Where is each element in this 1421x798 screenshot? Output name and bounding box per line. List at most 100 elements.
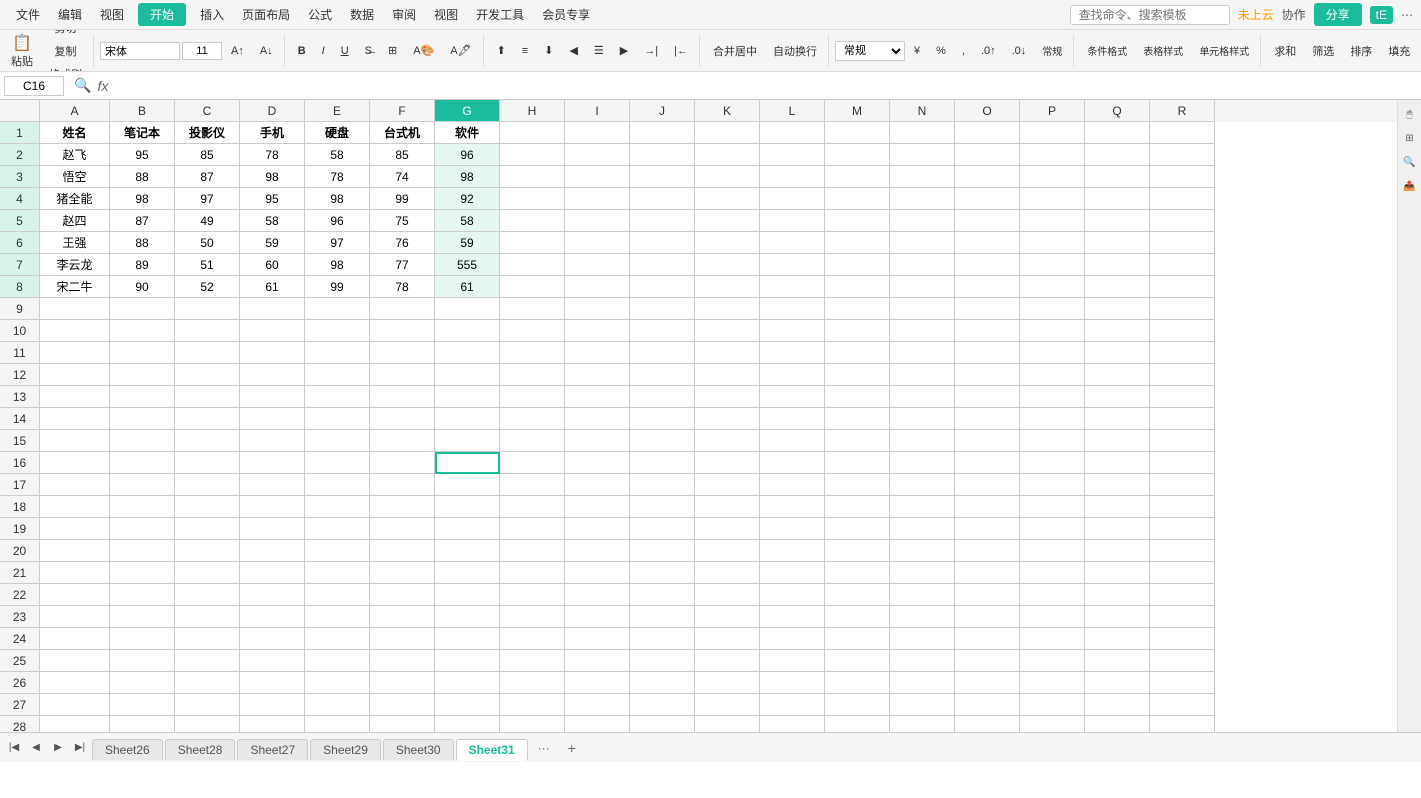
cell-G26[interactable] <box>435 672 500 694</box>
cell-L26[interactable] <box>760 672 825 694</box>
cell-D3[interactable]: 98 <box>240 166 305 188</box>
cell-N18[interactable] <box>890 496 955 518</box>
cell-R2[interactable] <box>1150 144 1215 166</box>
cell-R15[interactable] <box>1150 430 1215 452</box>
cell-K28[interactable] <box>695 716 760 732</box>
cell-C21[interactable] <box>175 562 240 584</box>
cell-J19[interactable] <box>630 518 695 540</box>
cell-A15[interactable] <box>40 430 110 452</box>
cell-I27[interactable] <box>565 694 630 716</box>
row-number-7[interactable]: 7 <box>0 254 40 276</box>
cell-J20[interactable] <box>630 540 695 562</box>
cell-D11[interactable] <box>240 342 305 364</box>
cell-G24[interactable] <box>435 628 500 650</box>
cell-N28[interactable] <box>890 716 955 732</box>
cell-I16[interactable] <box>565 452 630 474</box>
fill-button[interactable]: 填充 <box>1381 40 1417 62</box>
cell-G11[interactable] <box>435 342 500 364</box>
cell-I1[interactable] <box>565 122 630 144</box>
row-number-16[interactable]: 16 <box>0 452 40 474</box>
col-header-H[interactable]: H <box>500 100 565 122</box>
cell-M6[interactable] <box>825 232 890 254</box>
cell-F25[interactable] <box>370 650 435 672</box>
cell-L9[interactable] <box>760 298 825 320</box>
cell-N22[interactable] <box>890 584 955 606</box>
cell-J2[interactable] <box>630 144 695 166</box>
cell-H4[interactable] <box>500 188 565 210</box>
cell-I26[interactable] <box>565 672 630 694</box>
cell-J13[interactable] <box>630 386 695 408</box>
cell-R24[interactable] <box>1150 628 1215 650</box>
cell-F18[interactable] <box>370 496 435 518</box>
cell-B8[interactable]: 90 <box>110 276 175 298</box>
cell-Q17[interactable] <box>1085 474 1150 496</box>
cell-D6[interactable]: 59 <box>240 232 305 254</box>
cell-L15[interactable] <box>760 430 825 452</box>
cell-C12[interactable] <box>175 364 240 386</box>
cell-P24[interactable] <box>1020 628 1085 650</box>
cell-M28[interactable] <box>825 716 890 732</box>
cell-F8[interactable]: 78 <box>370 276 435 298</box>
cell-A5[interactable]: 赵四 <box>40 210 110 232</box>
cell-J10[interactable] <box>630 320 695 342</box>
col-header-Q[interactable]: Q <box>1085 100 1150 122</box>
cell-reference[interactable] <box>4 76 64 96</box>
cell-C8[interactable]: 52 <box>175 276 240 298</box>
collab-label[interactable]: 协作 <box>1282 6 1306 23</box>
cell-N23[interactable] <box>890 606 955 628</box>
row-number-22[interactable]: 22 <box>0 584 40 606</box>
cell-H22[interactable] <box>500 584 565 606</box>
cell-B26[interactable] <box>110 672 175 694</box>
start-button[interactable]: 开始 <box>138 3 186 26</box>
cell-O17[interactable] <box>955 474 1020 496</box>
cell-F22[interactable] <box>370 584 435 606</box>
row-number-21[interactable]: 21 <box>0 562 40 584</box>
cell-G16[interactable] <box>435 452 500 474</box>
cell-A11[interactable] <box>40 342 110 364</box>
cell-P18[interactable] <box>1020 496 1085 518</box>
cell-Q12[interactable] <box>1085 364 1150 386</box>
cell-N2[interactable] <box>890 144 955 166</box>
cell-P5[interactable] <box>1020 210 1085 232</box>
cell-A13[interactable] <box>40 386 110 408</box>
cell-E1[interactable]: 硬盘 <box>305 122 370 144</box>
cell-Q18[interactable] <box>1085 496 1150 518</box>
row-number-15[interactable]: 15 <box>0 430 40 452</box>
cell-E4[interactable]: 98 <box>305 188 370 210</box>
cell-N3[interactable] <box>890 166 955 188</box>
cell-E9[interactable] <box>305 298 370 320</box>
cell-F12[interactable] <box>370 364 435 386</box>
cell-H28[interactable] <box>500 716 565 732</box>
row-number-19[interactable]: 19 <box>0 518 40 540</box>
cell-G22[interactable] <box>435 584 500 606</box>
cell-H20[interactable] <box>500 540 565 562</box>
cell-P15[interactable] <box>1020 430 1085 452</box>
cell-J5[interactable] <box>630 210 695 232</box>
cell-G21[interactable] <box>435 562 500 584</box>
cell-F4[interactable]: 99 <box>370 188 435 210</box>
cell-A21[interactable] <box>40 562 110 584</box>
cell-E21[interactable] <box>305 562 370 584</box>
cell-M5[interactable] <box>825 210 890 232</box>
cell-E15[interactable] <box>305 430 370 452</box>
cell-Q7[interactable] <box>1085 254 1150 276</box>
cell-Q5[interactable] <box>1085 210 1150 232</box>
row-number-4[interactable]: 4 <box>0 188 40 210</box>
cell-N9[interactable] <box>890 298 955 320</box>
cell-P9[interactable] <box>1020 298 1085 320</box>
cell-B25[interactable] <box>110 650 175 672</box>
cell-Q3[interactable] <box>1085 166 1150 188</box>
cell-I19[interactable] <box>565 518 630 540</box>
fill-color-button[interactable]: A🎨 <box>406 41 441 60</box>
cell-O19[interactable] <box>955 518 1020 540</box>
cell-A17[interactable] <box>40 474 110 496</box>
cell-M20[interactable] <box>825 540 890 562</box>
cell-F19[interactable] <box>370 518 435 540</box>
cell-Q19[interactable] <box>1085 518 1150 540</box>
cell-L2[interactable] <box>760 144 825 166</box>
cell-H19[interactable] <box>500 518 565 540</box>
col-header-I[interactable]: I <box>565 100 630 122</box>
row-number-11[interactable]: 11 <box>0 342 40 364</box>
cell-C5[interactable]: 49 <box>175 210 240 232</box>
cell-C7[interactable]: 51 <box>175 254 240 276</box>
